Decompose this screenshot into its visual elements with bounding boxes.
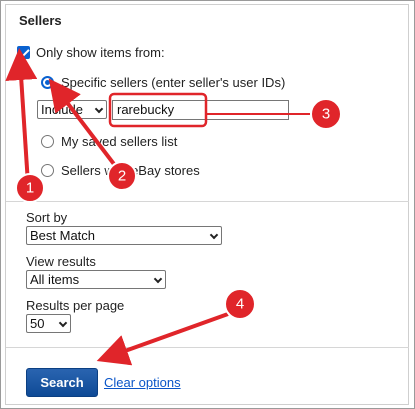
saved-sellers-radio[interactable] <box>41 135 54 148</box>
include-select-value: Include <box>41 102 83 117</box>
chevron-down-icon <box>153 274 163 284</box>
results-per-page-select[interactable]: 50 <box>26 314 71 333</box>
sort-by-value: Best Match <box>30 228 96 243</box>
search-button[interactable]: Search <box>26 368 98 397</box>
divider <box>6 201 409 202</box>
clear-options-link[interactable]: Clear options <box>104 375 181 390</box>
specific-sellers-radio[interactable] <box>41 76 54 89</box>
seller-id-input[interactable]: rarebucky <box>112 100 289 120</box>
sort-by-label: Sort by <box>26 210 68 225</box>
ebay-stores-label: Sellers with eBay stores <box>61 163 200 178</box>
only-show-label: Only show items from: <box>36 45 165 60</box>
chevron-down-icon <box>58 318 68 328</box>
section-title: Sellers <box>19 13 62 28</box>
view-results-select[interactable]: All items <box>26 270 166 289</box>
include-exclude-select[interactable]: Include <box>37 100 107 119</box>
saved-sellers-label: My saved sellers list <box>61 134 178 149</box>
view-results-value: All items <box>30 272 80 287</box>
sort-by-select[interactable]: Best Match <box>26 226 222 245</box>
results-per-page-label: Results per page <box>26 298 125 313</box>
specific-sellers-label: Specific sellers (enter seller's user ID… <box>61 75 286 90</box>
divider <box>6 347 409 348</box>
results-per-page-value: 50 <box>30 316 45 331</box>
chevron-down-icon <box>209 230 219 240</box>
chevron-down-icon <box>94 104 104 114</box>
only-show-checkbox[interactable] <box>17 46 30 59</box>
seller-options-panel <box>5 4 409 405</box>
ebay-stores-radio[interactable] <box>41 164 54 177</box>
view-results-label: View results <box>26 254 96 269</box>
